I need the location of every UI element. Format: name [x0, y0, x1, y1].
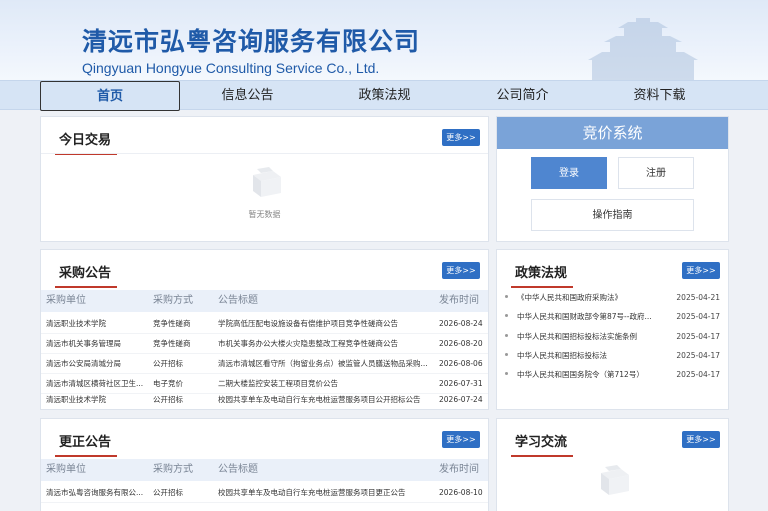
col-title: 公告标题 [218, 295, 258, 306]
col-method: 采购方式 [153, 464, 193, 475]
cell-method: 公开招标 [153, 488, 183, 497]
divider [41, 153, 488, 154]
study-panel: 学习交流 更多>> [496, 418, 729, 511]
policy-item-title[interactable]: 中华人民共和国招标投标法 [517, 346, 657, 365]
bullet [505, 353, 508, 356]
table-row[interactable]: 清远市机关事务管理局 竞争性磋商 市机关事务办公大楼火灾隐患整改工程竞争性磋商公… [41, 334, 488, 354]
procurement-title: 采购公告 [54, 262, 118, 288]
empty-state [573, 459, 653, 503]
cell-date: 2026-08-20 [439, 339, 483, 348]
table-row[interactable]: 清远市公安局清城分局 公开招标 清远市清城区看守所（拘留业务点）被监管人员膳送物… [41, 354, 488, 374]
col-date: 发布时间 [439, 295, 479, 306]
empty-state: 暂无数据 [225, 161, 305, 220]
policy-item-date: 2025-04-21 [676, 293, 720, 302]
cell-date: 2026-08-24 [439, 319, 483, 328]
correction-table-header: 采购单位 采购方式 公告标题 发布时间 [41, 459, 488, 481]
list-item[interactable]: 《中华人民共和国政府采购法》 2025-04-21 [505, 288, 720, 307]
policy-panel: 政策法规 更多>> 《中华人民共和国政府采购法》 2025-04-21 中华人民… [496, 249, 729, 410]
bidding-title: 竞价系统 [497, 117, 728, 149]
col-date: 发布时间 [439, 464, 479, 475]
cell-unit: 清远市机关事务管理局 [46, 339, 121, 348]
study-more-button[interactable]: 更多>> [682, 431, 720, 448]
procurement-panel: 采购公告 更多>> 采购单位 采购方式 公告标题 发布时间 清远职业技术学院 竞… [40, 249, 489, 410]
study-title: 学习交流 [510, 431, 574, 457]
table-row[interactable]: 清远职业技术学院 竞争性磋商 学院高低压配电设施设备有偿维护项目竞争性磋商公告 … [41, 314, 488, 334]
policy-item-date: 2025-04-17 [676, 332, 720, 341]
bidding-panel: 竞价系统 登录 注册 操作指南 [496, 116, 729, 242]
policy-item-title[interactable]: 中华人民共和国国务院令（第712号） [517, 365, 657, 384]
cell-title[interactable]: 市机关事务办公大楼火灾隐患整改工程竞争性磋商公告 [218, 334, 436, 354]
policy-item-title[interactable]: 中华人民共和国招标投标法实施条例 [517, 327, 657, 346]
col-unit: 采购单位 [46, 464, 86, 475]
empty-box-icon [600, 465, 629, 495]
cell-title[interactable]: 清远市清城区看守所（拘留业务点）被监管人员膳送物品采购... [218, 354, 436, 374]
main-nav: 首页 信息公告 政策法规 公司简介 资料下载 [0, 80, 768, 111]
nav-item-home[interactable]: 首页 [40, 81, 180, 111]
nav-item-announcements[interactable]: 信息公告 [200, 81, 295, 111]
bullet [505, 295, 508, 298]
today-trade-title: 今日交易 [54, 129, 118, 155]
policy-item-date: 2025-04-17 [676, 351, 720, 360]
company-name-cn: 清远市弘粤咨询服务有限公司 [82, 27, 421, 56]
policy-title: 政策法规 [510, 262, 574, 288]
today-trade-more-button[interactable]: 更多>> [442, 129, 480, 146]
cell-unit: 清远市弘粤咨询服务有限公... [46, 488, 144, 497]
register-button[interactable]: 注册 [618, 157, 694, 189]
guide-button[interactable]: 操作指南 [531, 199, 694, 231]
col-title: 公告标题 [218, 464, 258, 475]
nav-item-policies[interactable]: 政策法规 [337, 81, 432, 111]
col-method: 采购方式 [153, 295, 193, 306]
cell-title[interactable]: 校园共享单车及电动自行车充电桩运营服务项目更正公告 [218, 483, 436, 503]
cell-unit: 清远市公安局清城分局 [46, 359, 121, 368]
cell-method: 公开招标 [153, 395, 183, 404]
cell-method: 竞争性磋商 [153, 319, 191, 328]
empty-box-icon [252, 167, 281, 197]
correction-more-button[interactable]: 更多>> [442, 431, 480, 448]
list-item[interactable]: 中华人民共和国国务院令（第712号） 2025-04-17 [505, 365, 720, 384]
table-row[interactable]: 清远职业技术学院 公开招标 校园共享单车及电动自行车充电桩运营服务项目公开招标公… [41, 390, 488, 410]
cell-date: 2026-08-10 [439, 488, 483, 497]
policy-more-button[interactable]: 更多>> [682, 262, 720, 279]
cell-method: 竞争性磋商 [153, 339, 191, 348]
policy-item-title[interactable]: 中华人民共和国财政部令第87号--政府... [517, 307, 657, 326]
table-row[interactable]: 清远市弘粤咨询服务有限公... 公开招标 校园共享单车及电动自行车充电桩运营服务… [41, 483, 488, 503]
nav-item-downloads[interactable]: 资料下载 [612, 81, 707, 111]
temple-skyline-icon [588, 18, 698, 80]
login-button[interactable]: 登录 [531, 157, 607, 189]
cell-method: 公开招标 [153, 359, 183, 368]
procurement-table-header: 采购单位 采购方式 公告标题 发布时间 [41, 290, 488, 312]
policy-item-title[interactable]: 《中华人民共和国政府采购法》 [517, 288, 657, 307]
list-item[interactable]: 中华人民共和国财政部令第87号--政府... 2025-04-17 [505, 307, 720, 326]
site-header: 清远市弘粤咨询服务有限公司 Qingyuan Hongyue Consultin… [0, 0, 768, 80]
procurement-more-button[interactable]: 更多>> [442, 262, 480, 279]
today-trade-panel: 今日交易 更多>> 暂无数据 [40, 116, 489, 242]
company-name-en: Qingyuan Hongyue Consulting Service Co.,… [82, 60, 380, 76]
policy-item-date: 2025-04-17 [676, 312, 720, 321]
empty-label: 暂无数据 [248, 210, 281, 219]
cell-title[interactable]: 校园共享单车及电动自行车充电桩运营服务项目公开招标公告 [218, 390, 436, 410]
cell-date: 2026-07-24 [439, 395, 483, 404]
list-item[interactable]: 中华人民共和国招标投标法实施条例 2025-04-17 [505, 327, 720, 346]
correction-title: 更正公告 [54, 431, 118, 457]
cell-unit: 清远职业技术学院 [46, 319, 106, 328]
policy-item-date: 2025-04-17 [676, 370, 720, 379]
bullet [505, 334, 508, 337]
nav-item-about[interactable]: 公司简介 [475, 81, 570, 111]
list-item[interactable]: 中华人民共和国招标投标法 2025-04-17 [505, 346, 720, 365]
bullet [505, 314, 508, 317]
bullet [505, 372, 508, 375]
col-unit: 采购单位 [46, 295, 86, 306]
cell-unit: 清远职业技术学院 [46, 395, 106, 404]
cell-date: 2026-08-06 [439, 359, 483, 368]
cell-title[interactable]: 学院高低压配电设施设备有偿维护项目竞争性磋商公告 [218, 314, 436, 334]
correction-panel: 更正公告 更多>> 采购单位 采购方式 公告标题 发布时间 清远市弘粤咨询服务有… [40, 418, 489, 511]
